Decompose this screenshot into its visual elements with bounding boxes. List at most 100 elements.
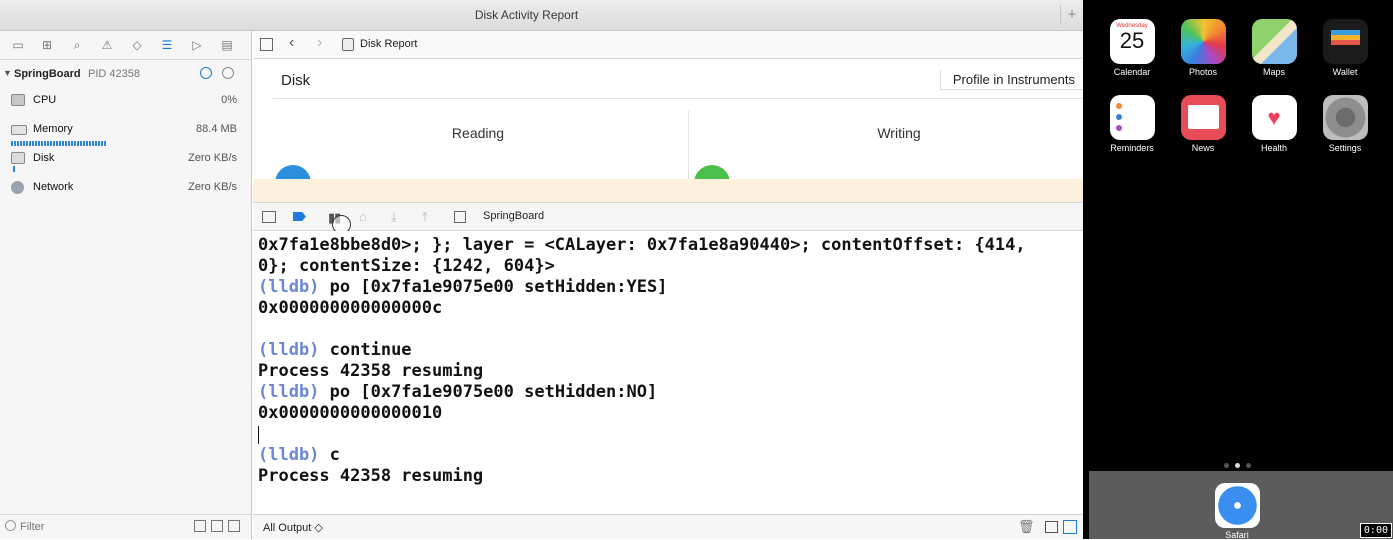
disk-report: Disk Profile in Instruments Reading Writ… — [253, 59, 1083, 201]
trash-icon[interactable]: 🗑 — [1018, 519, 1035, 535]
view-hierarchy-icon[interactable] — [454, 211, 466, 223]
step-into-icon[interactable]: ⤓ — [391, 209, 397, 225]
reminders-icon — [1109, 95, 1155, 140]
app-label: Reminders — [1110, 143, 1154, 153]
filter-option-icon[interactable] — [228, 520, 240, 532]
console-line: (lldb) po [0x7fa1e9075e00 setHidden:YES] — [258, 277, 668, 297]
step-out-icon[interactable]: ⤒ — [422, 209, 428, 225]
debug-bar: ▮▮ ⌂ ⤓ ⤒ SpringBoard — [253, 202, 1083, 234]
debug-navigator-icon[interactable]: ☰ — [159, 37, 175, 53]
cpu-icon — [11, 94, 25, 106]
process-selector[interactable]: SpringBoard — [483, 210, 544, 222]
search-icon[interactable]: ⌕ — [69, 37, 85, 53]
page-dot — [1246, 463, 1251, 468]
jumpbar-title[interactable]: Disk Report — [360, 38, 417, 50]
show-console-icon[interactable] — [1063, 520, 1077, 534]
console-line: Process 42358 resuming — [258, 466, 484, 486]
wallet-icon — [1322, 19, 1368, 64]
hierarchy-icon[interactable]: ⊞ — [39, 37, 55, 53]
recording-timer: 0:00 — [1359, 523, 1392, 538]
output-selector[interactable]: All Output ◇ — [263, 521, 323, 534]
app-label: Maps — [1262, 67, 1285, 77]
window-titlebar: Disk Activity Report + — [0, 0, 1083, 31]
disk-usage-bar — [13, 166, 15, 172]
navigator-toolbar: ▭ ⊞ ⌕ ⚠ ◇ ☰ ▷ ▤ — [0, 31, 251, 60]
maps-icon — [1251, 19, 1297, 64]
test-icon[interactable]: ◇ — [129, 37, 145, 53]
writing-label: Writing — [877, 125, 921, 141]
gauge-row-cpu[interactable]: CPU 0% — [0, 91, 251, 113]
forward-arrow-icon[interactable]: › — [317, 34, 322, 52]
gauge-label: Memory — [33, 123, 73, 135]
gauge-value: Zero KB/s — [188, 152, 237, 164]
process-name: SpringBoard — [14, 68, 81, 80]
breakpoints-active-icon[interactable] — [293, 212, 306, 221]
app-maps[interactable]: Maps — [1243, 19, 1305, 77]
report-icon[interactable]: ▤ — [219, 37, 235, 53]
app-label: Photos — [1188, 67, 1218, 77]
memory-usage-bar — [11, 141, 107, 146]
app-label: Wallet — [1332, 67, 1358, 77]
console-line: Process 42358 resuming — [258, 361, 484, 381]
photos-icon — [1180, 19, 1226, 64]
calendar-icon: Wednesday 25 — [1109, 19, 1155, 64]
app-reminders[interactable]: Reminders — [1101, 95, 1163, 153]
process-pid: PID 42358 — [88, 68, 140, 80]
report-file-icon — [342, 38, 354, 51]
disclosure-triangle-icon[interactable]: ▼ — [3, 68, 12, 78]
memory-icon — [11, 125, 27, 135]
gauge-icon[interactable] — [200, 67, 212, 79]
app-health[interactable]: ♥ Health — [1243, 95, 1305, 153]
filter-bar — [0, 514, 251, 539]
disk-icon — [11, 152, 25, 164]
app-news[interactable]: News — [1172, 95, 1234, 153]
app-settings[interactable]: Settings — [1314, 95, 1376, 153]
gauge-label: CPU — [33, 94, 57, 106]
console-line: 0}; contentSize: {1242, 604}> — [258, 256, 555, 276]
gauge-row-memory[interactable]: Memory 88.4 MB — [0, 120, 251, 148]
new-tab-button[interactable]: + — [1060, 5, 1083, 25]
show-variables-icon[interactable] — [1045, 521, 1058, 533]
hide-debug-area-icon[interactable] — [262, 211, 276, 223]
profile-in-instruments-button[interactable]: Profile in Instruments — [939, 70, 1083, 90]
filter-icon — [5, 520, 16, 531]
text-caret — [258, 426, 259, 444]
app-label: Calendar — [1113, 67, 1151, 77]
filter-input[interactable] — [18, 518, 182, 536]
settings-icon — [1322, 95, 1368, 140]
window-title: Disk Activity Report — [474, 8, 579, 22]
gauge-value: Zero KB/s — [188, 181, 237, 193]
scroll-banner — [253, 179, 1083, 202]
console-line: 0x000000000000000c — [258, 298, 443, 318]
gauge-label: Disk — [33, 152, 55, 164]
gauge-label: Network — [33, 181, 74, 193]
ios-simulator: Wednesday 25 Calendar Photos Maps Wallet… — [1083, 0, 1393, 540]
folder-icon[interactable]: ▭ — [10, 37, 26, 53]
breakpoint-icon[interactable]: ▷ — [189, 37, 205, 53]
step-over-icon[interactable]: ⌂ — [359, 209, 367, 224]
column-divider — [688, 111, 689, 179]
threads-icon[interactable] — [222, 67, 234, 79]
back-arrow-icon[interactable]: ‹ — [289, 34, 294, 52]
filter-option-icon[interactable] — [194, 520, 206, 532]
lldb-console[interactable]: 0x7fa1e8bbe8d0>; }; layer = <CALayer: 0x… — [253, 231, 1083, 514]
console-line: (lldb) c — [258, 445, 340, 465]
console-line: (lldb) continue — [258, 340, 412, 360]
news-icon — [1180, 95, 1226, 140]
app-safari[interactable]: Safari — [1206, 483, 1268, 540]
app-wallet[interactable]: Wallet — [1314, 19, 1376, 77]
app-label: Settings — [1328, 143, 1362, 153]
debug-navigator: ▭ ⊞ ⌕ ⚠ ◇ ☰ ▷ ▤ ▼ SpringBoard PID 42358 … — [0, 31, 252, 539]
report-heading: Disk — [281, 72, 311, 89]
calendar-date: 25 — [1119, 28, 1145, 53]
app-photos[interactable]: Photos — [1172, 19, 1234, 77]
gauge-row-network[interactable]: Network Zero KB/s — [0, 178, 251, 200]
console-line: 0x7fa1e8bbe8d0>; }; layer = <CALayer: 0x… — [258, 235, 1026, 255]
gauge-row-disk[interactable]: Disk Zero KB/s — [0, 149, 251, 172]
filter-option-icon[interactable] — [211, 520, 223, 532]
related-items-icon[interactable] — [260, 38, 273, 51]
process-row[interactable]: ▼ SpringBoard PID 42358 — [0, 65, 251, 85]
app-calendar[interactable]: Wednesday 25 Calendar — [1101, 19, 1163, 77]
warning-icon[interactable]: ⚠ — [99, 37, 115, 53]
output-bar: All Output ◇ 🗑 — [253, 514, 1083, 539]
